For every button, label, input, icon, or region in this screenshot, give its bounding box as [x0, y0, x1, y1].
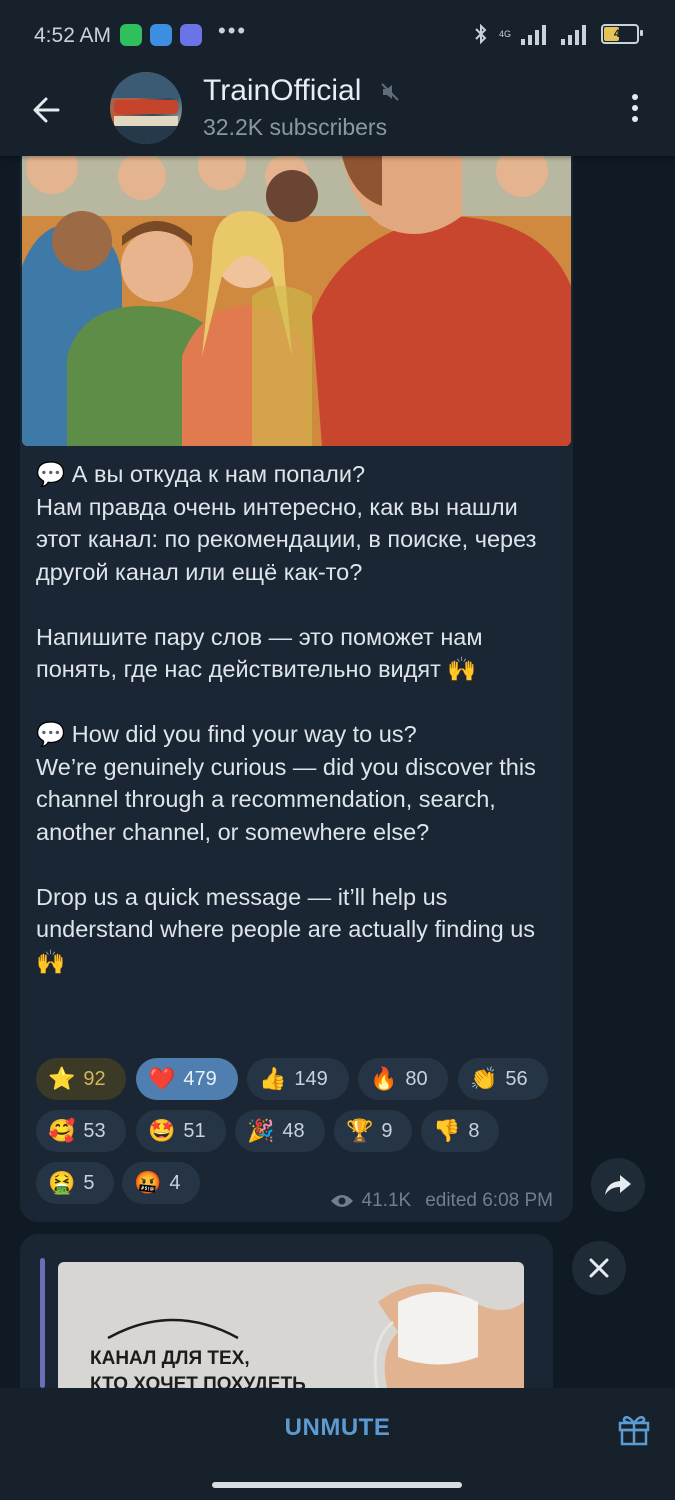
reaction-count: 48: [282, 1119, 305, 1142]
discord-icon: [180, 24, 202, 46]
heart-icon: ❤️: [148, 1066, 176, 1091]
reaction-thumbs-up[interactable]: 👍 149: [247, 1058, 349, 1100]
reaction-vomiting[interactable]: 🤮 5: [36, 1162, 114, 1204]
clap-icon: 👏: [470, 1066, 498, 1091]
status-indicators: 4G 44: [473, 22, 643, 46]
smiling-hearts-icon: 🥰: [48, 1118, 76, 1143]
reaction-count: 51: [183, 1119, 206, 1142]
sponsored-headline: КАНАЛ ДЛЯ ТЕХ, КТО ХОЧЕТ ПОХУДЕТЬ: [90, 1348, 306, 1388]
reaction-count: 149: [294, 1067, 328, 1090]
reaction-count: 9: [381, 1119, 393, 1142]
battery-level: 44: [613, 28, 627, 40]
edited-time: edited 6:08 PM: [425, 1190, 553, 1211]
chat-header: TrainOfficial 32.2K subscribers: [0, 70, 675, 156]
close-icon: [589, 1258, 609, 1278]
status-time: 4:52 AM: [34, 24, 112, 47]
muted-icon: [381, 83, 399, 101]
reaction-party[interactable]: 🎉 48: [235, 1110, 325, 1152]
star-icon: ⭐: [48, 1066, 76, 1091]
reaction-thumbs-down[interactable]: 👎 8: [421, 1110, 499, 1152]
reaction-star[interactable]: ⭐ 92: [36, 1058, 126, 1100]
reaction-count: 80: [405, 1067, 428, 1090]
messages-icon: [150, 24, 172, 46]
eye-icon: [330, 1195, 353, 1207]
reaction-fire[interactable]: 🔥 80: [358, 1058, 448, 1100]
navigation-bar: [0, 1472, 675, 1500]
reaction-count: 5: [83, 1171, 95, 1194]
trophy-icon: 🏆: [346, 1118, 374, 1143]
cursing-face-icon: 🤬: [134, 1170, 162, 1195]
post-image[interactable]: [22, 156, 571, 446]
more-notifications-icon: •••: [218, 18, 248, 43]
channel-avatar[interactable]: [110, 72, 182, 144]
gift-icon[interactable]: [617, 1412, 651, 1446]
close-sponsored-button[interactable]: [572, 1241, 626, 1295]
back-arrow-icon[interactable]: [28, 90, 68, 130]
whatsapp-icon: [120, 24, 142, 46]
status-bar: 4:52 AM ••• 4G 44: [0, 0, 675, 70]
more-vertical-icon[interactable]: [623, 92, 647, 124]
reaction-trophy[interactable]: 🏆 9: [334, 1110, 412, 1152]
reaction-smiling-hearts[interactable]: 🥰 53: [36, 1110, 126, 1152]
bluetooth-icon: [475, 23, 487, 45]
reaction-count: 53: [83, 1119, 106, 1142]
channel-post[interactable]: 💬 А вы откуда к нам попали? Нам правда о…: [20, 156, 573, 1222]
reaction-count: 56: [505, 1067, 528, 1090]
unmute-button[interactable]: UNMUTE: [0, 1414, 675, 1442]
reaction-count: 4: [169, 1171, 181, 1194]
signal-icon-2: [561, 25, 586, 45]
share-button[interactable]: [591, 1158, 645, 1212]
sponsored-image[interactable]: КАНАЛ ДЛЯ ТЕХ, КТО ХОЧЕТ ПОХУДЕТЬ: [58, 1262, 524, 1388]
thumbs-up-icon: 👍: [259, 1066, 287, 1091]
signal-icon: [521, 25, 546, 45]
bottom-bar: UNMUTE: [0, 1388, 675, 1472]
home-indicator[interactable]: [212, 1482, 462, 1488]
network-type: 4G: [498, 29, 511, 39]
reaction-count: 479: [183, 1067, 217, 1090]
reaction-clap[interactable]: 👏 56: [458, 1058, 548, 1100]
reaction-cursing[interactable]: 🤬 4: [122, 1162, 200, 1204]
fire-icon: 🔥: [370, 1066, 398, 1091]
battery-icon: 44: [601, 24, 643, 44]
share-arrow-icon: [605, 1175, 631, 1195]
post-meta: 41.1K edited 6:08 PM: [330, 1190, 553, 1212]
party-popper-icon: 🎉: [247, 1118, 275, 1143]
post-text: 💬 А вы откуда к нам попали? Нам правда о…: [36, 461, 537, 975]
star-struck-icon: 🤩: [148, 1118, 176, 1143]
sponsored-accent-bar: [40, 1258, 45, 1388]
subscriber-count: 32.2K subscribers: [203, 114, 388, 140]
thumbs-down-icon: 👎: [433, 1118, 461, 1143]
channel-title[interactable]: TrainOfficial: [203, 74, 361, 108]
view-count: 41.1K: [361, 1190, 412, 1211]
reaction-star-struck[interactable]: 🤩 51: [136, 1110, 226, 1152]
reaction-count: 8: [468, 1119, 480, 1142]
reaction-heart[interactable]: ❤️ 479: [136, 1058, 238, 1100]
reaction-count: 92: [83, 1067, 106, 1090]
vomiting-face-icon: 🤮: [48, 1170, 76, 1195]
sponsored-message[interactable]: КАНАЛ ДЛЯ ТЕХ, КТО ХОЧЕТ ПОХУДЕТЬ: [20, 1234, 553, 1388]
